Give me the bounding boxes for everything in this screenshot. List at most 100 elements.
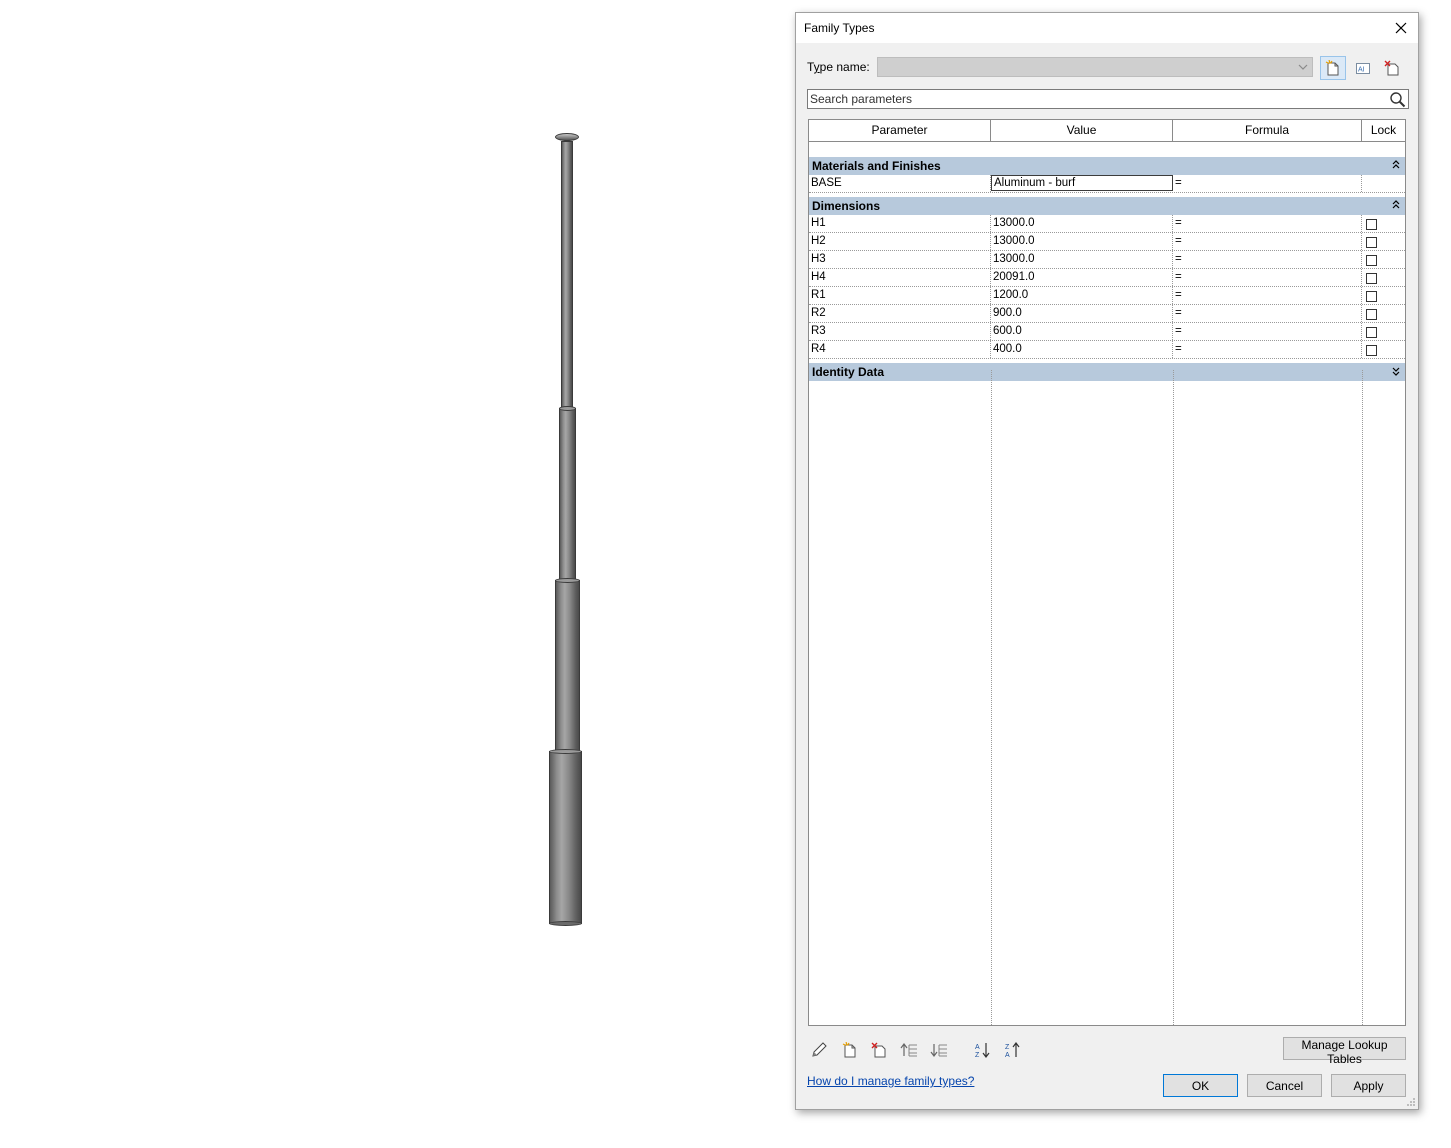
svg-text:Z: Z bbox=[1005, 1044, 1010, 1051]
type-name-select[interactable] bbox=[877, 57, 1313, 77]
lock-checkbox[interactable] bbox=[1366, 309, 1377, 320]
resize-grip-icon[interactable] bbox=[1406, 1097, 1416, 1107]
edit-parameter-button[interactable] bbox=[808, 1040, 830, 1060]
param-name: R3 bbox=[809, 323, 991, 340]
svg-text:AI: AI bbox=[1358, 67, 1365, 74]
param-formula[interactable]: = bbox=[1173, 233, 1362, 250]
param-formula[interactable]: = bbox=[1173, 305, 1362, 322]
sort-ascending-icon: A Z bbox=[975, 1043, 990, 1059]
lock-checkbox[interactable] bbox=[1366, 327, 1377, 338]
group-label: Dimensions bbox=[812, 199, 881, 213]
param-value-field[interactable]: 400.0 bbox=[991, 341, 1173, 358]
param-value-field[interactable]: 600.0 bbox=[991, 323, 1173, 340]
group-identity-data[interactable]: Identity Data bbox=[809, 363, 1405, 381]
pole-segment-1 bbox=[549, 749, 582, 926]
dialog-title: Family Types bbox=[804, 21, 875, 35]
param-name: R1 bbox=[809, 287, 991, 304]
search-icon[interactable] bbox=[1389, 91, 1406, 108]
3d-view[interactable] bbox=[0, 0, 790, 1148]
param-formula[interactable]: = bbox=[1173, 251, 1362, 268]
param-formula[interactable]: = bbox=[1173, 175, 1362, 192]
param-name: H2 bbox=[809, 233, 991, 250]
apply-button[interactable]: Apply bbox=[1331, 1074, 1406, 1097]
sort-ascending-button[interactable]: A Z bbox=[972, 1040, 994, 1060]
param-formula[interactable]: = bbox=[1173, 287, 1362, 304]
column-divider bbox=[991, 370, 992, 1025]
search-parameters-input[interactable] bbox=[810, 91, 1380, 107]
param-lock-cell bbox=[1362, 287, 1405, 304]
new-type-button[interactable] bbox=[1320, 56, 1346, 80]
pole-segment-2 bbox=[555, 578, 580, 752]
param-value-field[interactable]: 900.0 bbox=[991, 305, 1173, 322]
parameters-grid: Parameter Value Formula Lock Materials a… bbox=[808, 119, 1406, 1026]
chevron-down-icon bbox=[1298, 64, 1308, 70]
sort-descending-button[interactable]: Z A bbox=[1002, 1040, 1024, 1060]
table-row: R3 600.0 = bbox=[809, 323, 1405, 341]
rename-type-button[interactable]: AI bbox=[1350, 56, 1376, 80]
move-down-icon bbox=[930, 1044, 947, 1057]
param-formula[interactable]: = bbox=[1173, 323, 1362, 340]
table-row: H2 13000.0 = bbox=[809, 233, 1405, 251]
param-value-field[interactable]: Aluminum - burf bbox=[991, 175, 1173, 191]
help-link[interactable]: How do I manage family types? bbox=[807, 1074, 974, 1088]
param-lock-cell bbox=[1362, 215, 1405, 232]
param-formula[interactable]: = bbox=[1173, 215, 1362, 232]
lock-checkbox[interactable] bbox=[1366, 255, 1377, 266]
lock-checkbox[interactable] bbox=[1366, 345, 1377, 356]
move-down-button[interactable] bbox=[928, 1040, 950, 1060]
svg-text:A: A bbox=[1005, 1052, 1010, 1059]
header-parameter[interactable]: Parameter bbox=[809, 120, 991, 141]
header-lock[interactable]: Lock bbox=[1362, 120, 1405, 141]
ok-button[interactable]: OK bbox=[1163, 1074, 1238, 1097]
move-up-icon bbox=[900, 1043, 917, 1057]
param-lock-cell bbox=[1362, 175, 1405, 192]
collapse-icon[interactable] bbox=[1391, 199, 1401, 211]
lock-checkbox[interactable] bbox=[1366, 273, 1377, 284]
param-value-field[interactable]: 13000.0 bbox=[991, 215, 1173, 232]
type-name-label: Type name: bbox=[807, 60, 870, 74]
param-value-field[interactable]: 20091.0 bbox=[991, 269, 1173, 286]
sort-descending-icon: Z A bbox=[1005, 1042, 1020, 1059]
new-parameter-button[interactable] bbox=[839, 1040, 861, 1060]
lock-checkbox[interactable] bbox=[1366, 219, 1377, 230]
lock-checkbox[interactable] bbox=[1366, 291, 1377, 302]
rename-type-icon: AI bbox=[1356, 63, 1370, 74]
cancel-button[interactable]: Cancel bbox=[1247, 1074, 1322, 1097]
manage-lookup-tables-button[interactable]: Manage Lookup Tables bbox=[1283, 1037, 1406, 1066]
delete-parameter-button[interactable] bbox=[868, 1040, 890, 1060]
param-name: H1 bbox=[809, 215, 991, 232]
header-formula[interactable]: Formula bbox=[1173, 120, 1362, 141]
close-button[interactable] bbox=[1384, 13, 1418, 43]
param-name: H3 bbox=[809, 251, 991, 268]
column-divider bbox=[1362, 370, 1363, 1025]
delete-parameter-icon bbox=[871, 1042, 886, 1058]
table-row: H1 13000.0 = bbox=[809, 215, 1405, 233]
group-label: Identity Data bbox=[812, 365, 885, 379]
move-up-button[interactable] bbox=[898, 1040, 920, 1060]
lock-checkbox[interactable] bbox=[1366, 237, 1377, 248]
param-lock-cell bbox=[1362, 269, 1405, 286]
close-icon bbox=[1395, 22, 1407, 34]
group-materials-and-finishes[interactable]: Materials and Finishes bbox=[809, 157, 1405, 175]
param-lock-cell bbox=[1362, 341, 1405, 358]
group-dimensions[interactable]: Dimensions bbox=[809, 197, 1405, 215]
delete-type-button[interactable] bbox=[1379, 56, 1405, 80]
title-bar[interactable]: Family Types bbox=[796, 13, 1418, 43]
table-row: R1 1200.0 = bbox=[809, 287, 1405, 305]
group-label: Materials and Finishes bbox=[812, 159, 941, 173]
table-row: H4 20091.0 = bbox=[809, 269, 1405, 287]
svg-text:Z: Z bbox=[975, 1052, 980, 1059]
new-type-icon bbox=[1325, 60, 1339, 76]
header-value[interactable]: Value bbox=[991, 120, 1173, 141]
table-row: R4 400.0 = bbox=[809, 341, 1405, 359]
expand-icon[interactable] bbox=[1391, 365, 1401, 377]
param-value-field[interactable]: 13000.0 bbox=[991, 233, 1173, 250]
param-value-field[interactable]: 1200.0 bbox=[991, 287, 1173, 304]
param-formula[interactable]: = bbox=[1173, 269, 1362, 286]
param-formula[interactable]: = bbox=[1173, 341, 1362, 358]
pencil-icon bbox=[812, 1042, 827, 1057]
grid-header: Parameter Value Formula Lock bbox=[809, 120, 1405, 142]
param-value-field[interactable]: 13000.0 bbox=[991, 251, 1173, 268]
collapse-icon[interactable] bbox=[1391, 159, 1401, 171]
param-name: BASE bbox=[809, 175, 991, 192]
